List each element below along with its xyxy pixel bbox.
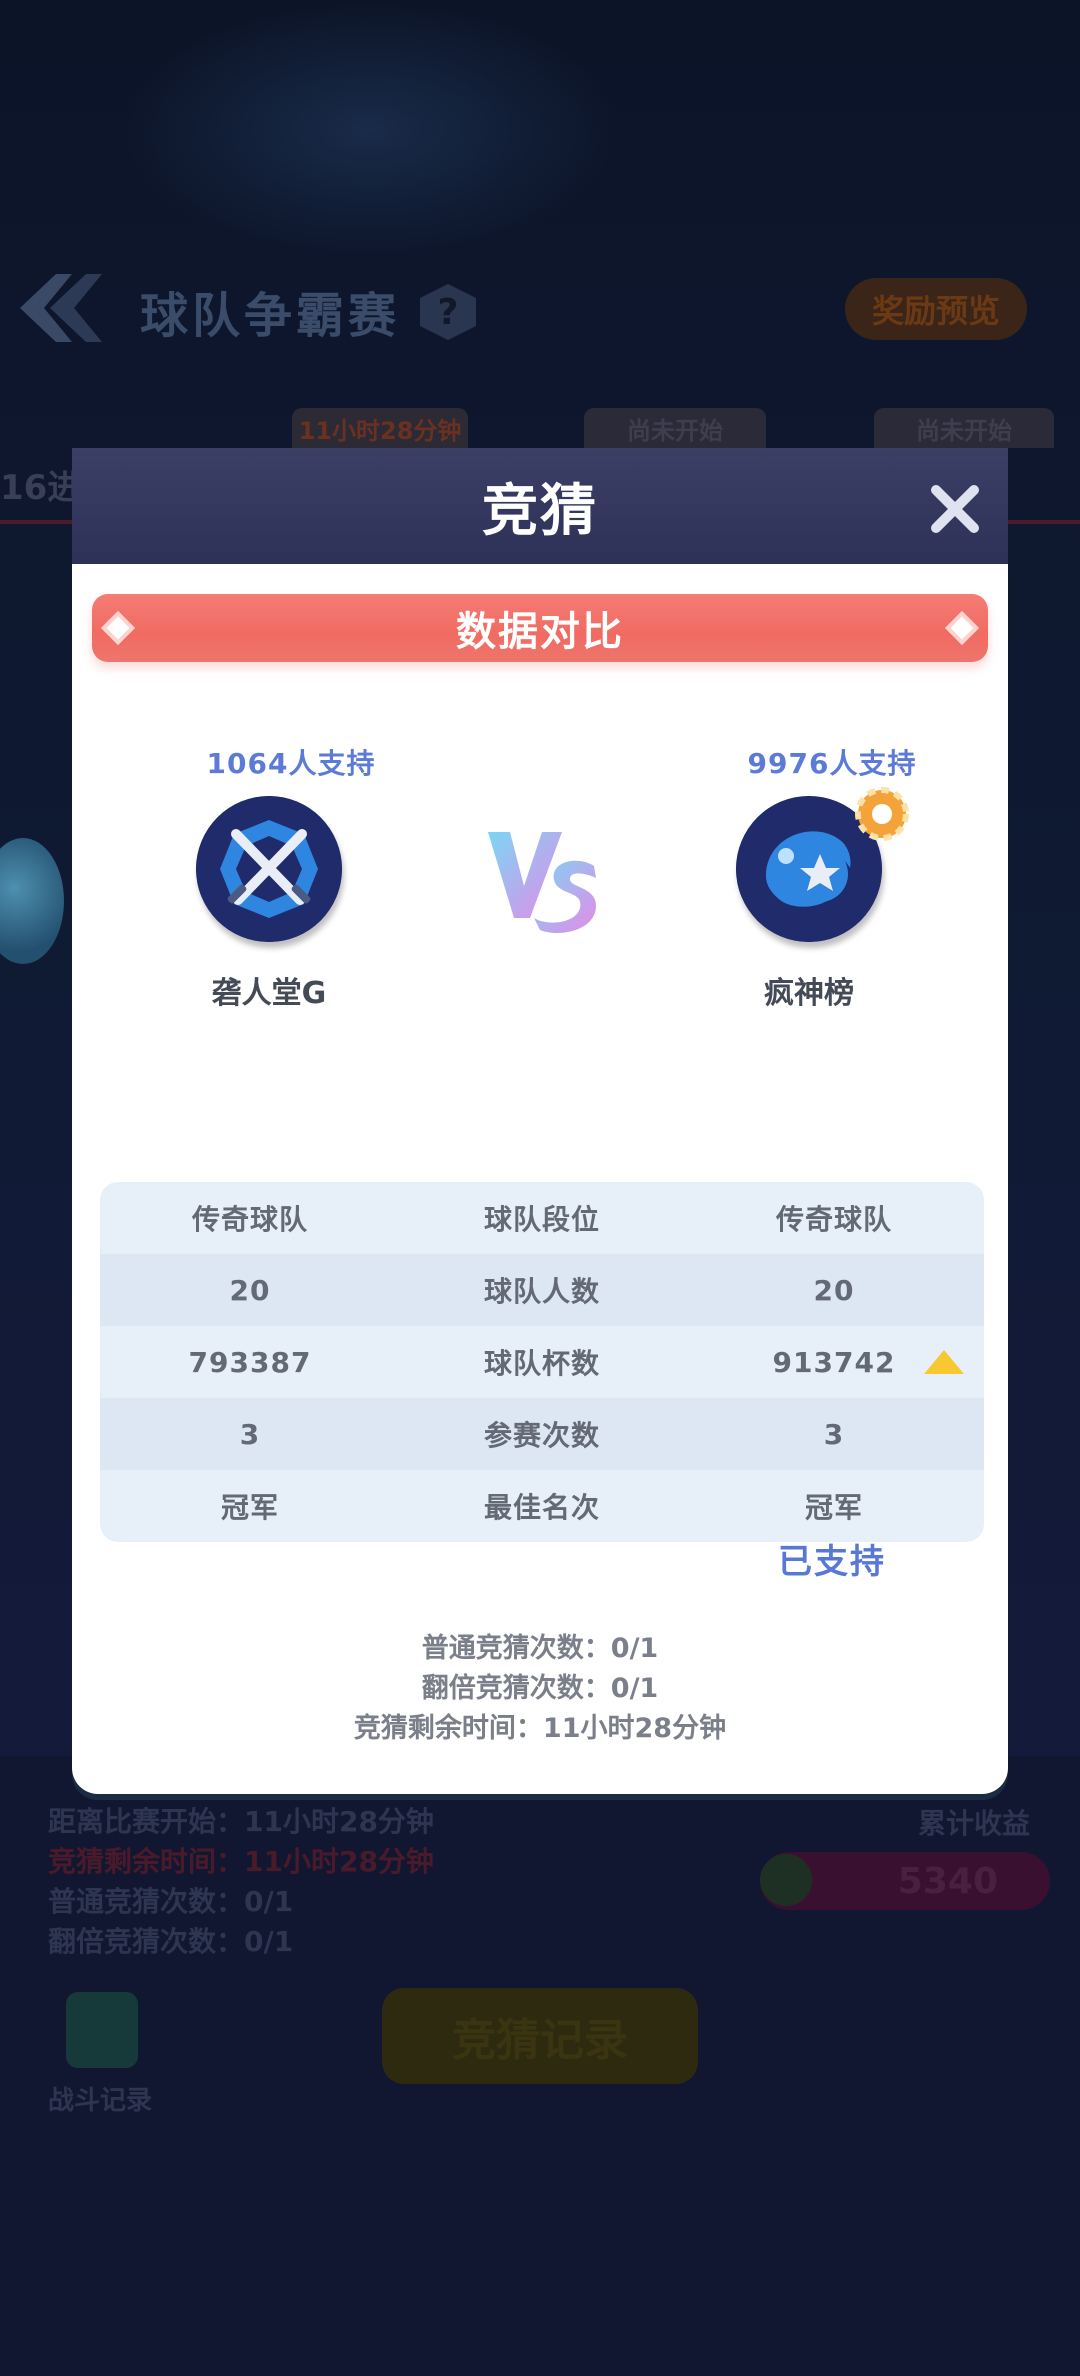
- background-glow: [120, 0, 620, 260]
- right-team-supporters: 9976人支持: [747, 747, 917, 780]
- banner-title: 数据对比: [456, 609, 624, 655]
- left-team-supporters: 1064人支持: [206, 747, 376, 780]
- table-row: 20 球队人数 20: [100, 1254, 984, 1326]
- modal-body: 数据对比 1064人支持 9976人支持 砻人堂G 疯神榜 传奇球队 球队段位 …: [72, 564, 1008, 1794]
- left-stat: 3: [239, 1417, 261, 1451]
- stat-label: 参赛次数: [483, 1419, 600, 1452]
- left-team-name: 砻人堂G: [211, 976, 327, 1011]
- help-icon[interactable]: ?: [420, 284, 476, 340]
- table-row: 冠军 最佳名次 冠军: [100, 1470, 984, 1542]
- table-row: 传奇球队 球队段位 传奇球队: [100, 1182, 984, 1254]
- modal-header: 竞猜: [72, 448, 1008, 564]
- earnings-label: 累计收益: [918, 1807, 1031, 1840]
- left-stat: 20: [229, 1273, 271, 1307]
- background-title: 球队争霸赛: [140, 288, 401, 344]
- stat-label: 最佳名次: [483, 1491, 600, 1524]
- back-arrow-icon[interactable]: [14, 268, 104, 348]
- modal-title: 竞猜: [482, 478, 598, 544]
- vs-icon: [488, 832, 596, 933]
- stat-label: 球队段位: [483, 1203, 600, 1236]
- crossed-swords-icon[interactable]: [196, 796, 342, 942]
- guess-remaining-info: 竞猜剩余时间：11小时28分钟: [48, 1845, 434, 1878]
- shark-team-logo: [0, 838, 64, 964]
- match-start-info: 距离比赛开始：11小时28分钟: [48, 1805, 434, 1838]
- stage-tab-2[interactable]: 尚未开始: [584, 408, 766, 448]
- gear-badge-icon: [855, 787, 909, 841]
- right-stat: 20: [813, 1273, 855, 1307]
- table-row: 3 参赛次数 3: [100, 1398, 984, 1470]
- right-team-name: 疯神榜: [764, 976, 854, 1011]
- up-arrow-icon: [924, 1350, 964, 1374]
- round-label: 16进: [0, 468, 82, 508]
- guess-record-button[interactable]: 竞猜记录: [382, 1988, 698, 2084]
- diamond-icon: [945, 611, 979, 645]
- stat-label: 球队杯数: [483, 1347, 600, 1380]
- stats-table: 传奇球队 球队段位 传奇球队 20 球队人数 20 793387 球队杯数 91…: [100, 1182, 984, 1542]
- data-compare-banner: 数据对比: [92, 594, 988, 662]
- normal-guess-count: 普通竞猜次数：0/1: [421, 1633, 659, 1664]
- coin-icon: [760, 1854, 812, 1906]
- left-stat: 传奇球队: [191, 1203, 308, 1236]
- guess-remaining-time: 竞猜剩余时间：11小时28分钟: [353, 1713, 727, 1744]
- stat-label: 球队人数: [483, 1275, 600, 1308]
- table-row: 793387 球队杯数 913742: [100, 1326, 984, 1398]
- battle-record-icon[interactable]: [66, 1992, 138, 2068]
- stage-tab-1[interactable]: 11小时28分钟: [292, 408, 468, 448]
- double-guess-count: 翻倍竞猜次数：0/1: [421, 1673, 659, 1704]
- left-stat: 冠军: [220, 1491, 279, 1524]
- supported-button[interactable]: 已支持: [732, 1534, 932, 1583]
- right-stat: 传奇球队: [775, 1203, 892, 1236]
- battle-record-label[interactable]: 战斗记录: [48, 2080, 152, 2117]
- stage-tab-3[interactable]: 尚未开始: [874, 408, 1054, 448]
- close-icon[interactable]: [928, 482, 982, 536]
- right-stat: 冠军: [804, 1491, 863, 1524]
- left-stat: 793387: [188, 1345, 312, 1379]
- reward-preview-button[interactable]: 奖励预览: [845, 278, 1027, 340]
- right-stat: 3: [823, 1417, 845, 1451]
- diamond-icon: [101, 611, 135, 645]
- normal-guess-info: 普通竞猜次数：0/1: [48, 1885, 294, 1918]
- guess-modal: 竞猜 数据对比 1064人支持 9976人支持 砻人堂G 疯神榜 传奇球队 球队…: [72, 448, 1008, 1794]
- double-guess-info: 翻倍竞猜次数：0/1: [48, 1925, 294, 1958]
